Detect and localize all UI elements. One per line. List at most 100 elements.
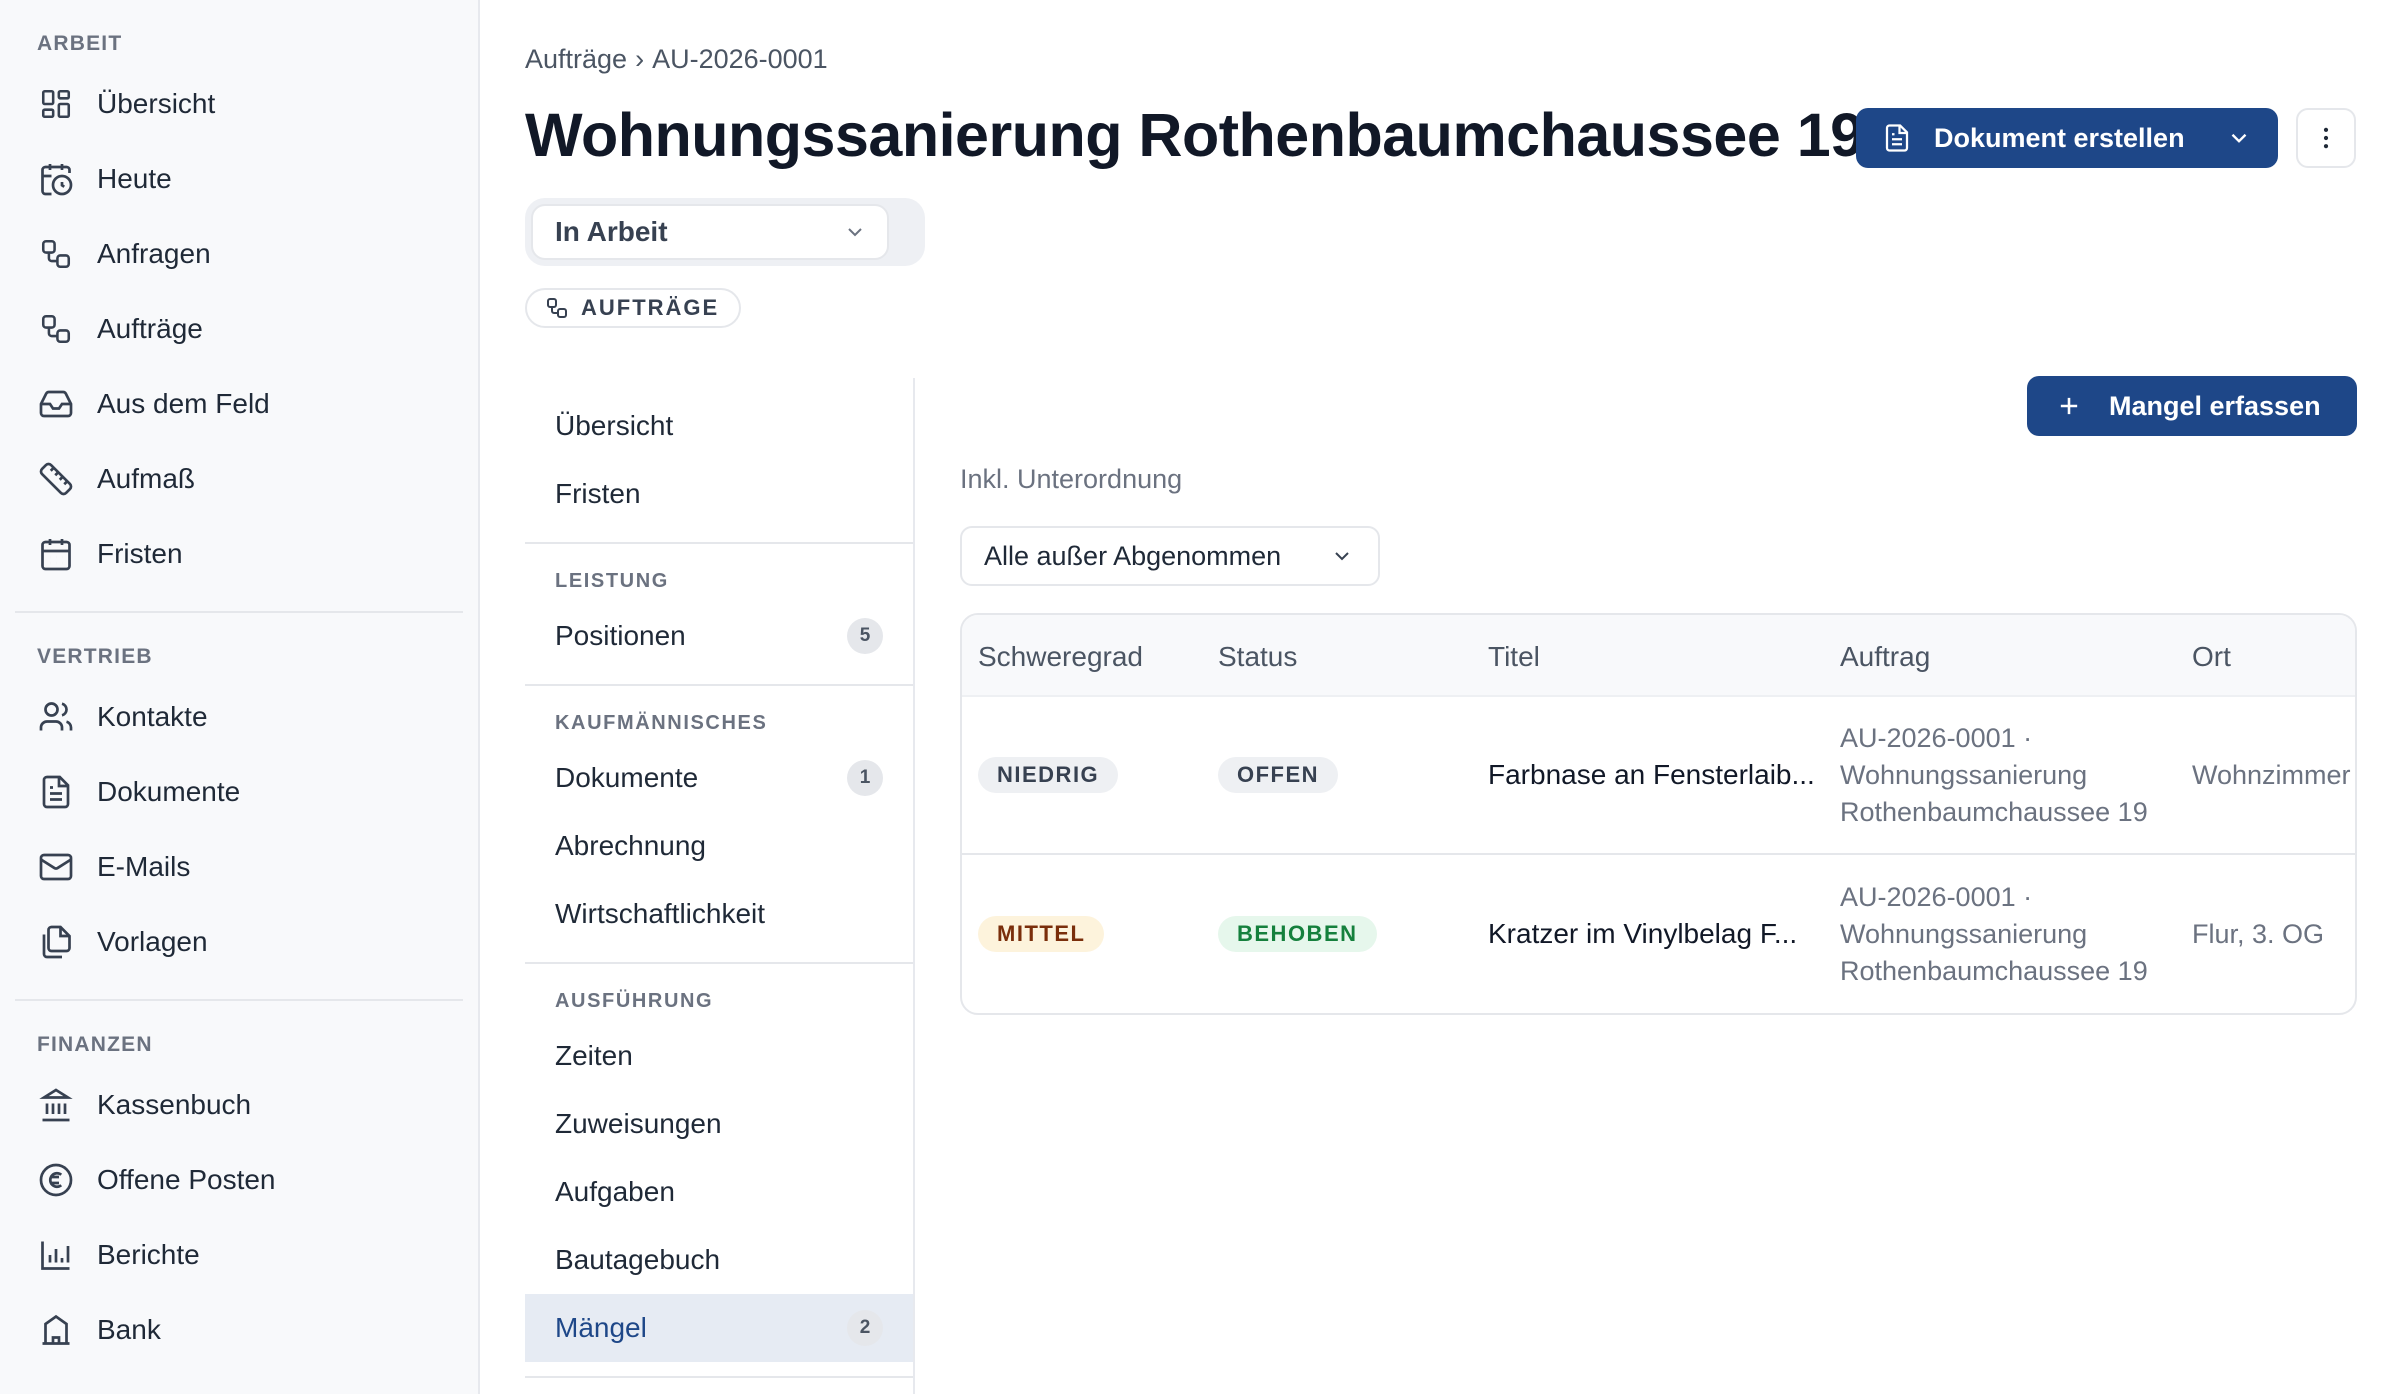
subnav-item-wirtschaftlichkeit[interactable]: Wirtschaftlichkeit [525, 880, 913, 948]
more-options-button[interactable] [2296, 108, 2356, 168]
subnav-item-maengel[interactable]: Mängel 2 [525, 1294, 913, 1362]
subnav-item-label: Zuweisungen [555, 1108, 722, 1139]
workflow-icon [37, 235, 75, 273]
add-defect-label: Mangel erfassen [2109, 390, 2321, 421]
sidebar-item-anfragen[interactable]: Anfragen [0, 216, 478, 291]
sidebar-divider [15, 611, 463, 613]
sidebar-item-label: Vorlagen [97, 925, 208, 957]
sidebar-item-label: Dokumente [97, 775, 241, 807]
sidebar-item-emails[interactable]: E-Mails [0, 829, 478, 904]
order-name-line: Rothenbaumchaussee 19 [1840, 955, 2148, 986]
subnav-item-positionen[interactable]: Positionen 5 [525, 602, 913, 670]
subnav-item-fristen[interactable]: Fristen [525, 460, 913, 528]
column-header-location[interactable]: Ort [2192, 615, 2231, 697]
sidebar-item-label: Anfragen [97, 237, 211, 269]
defect-location: Flur, 3. OG [2192, 918, 2325, 949]
sidebar-item-aus-dem-feld[interactable]: Aus dem Feld [0, 366, 478, 441]
subnav-item-zeiten[interactable]: Zeiten [525, 1022, 913, 1090]
subnav-section-title: LEISTUNG [555, 570, 669, 592]
sidebar-item-uebersicht[interactable]: Übersicht [0, 66, 478, 141]
subnav-item-label: Abrechnung [555, 830, 707, 861]
defect-location: Wohnzimmer [2192, 759, 2351, 790]
sidebar-item-label: Berichte [97, 1238, 200, 1270]
subnav-divider [525, 542, 913, 544]
sidebar-section-title: ARBEIT [37, 32, 123, 55]
users-icon [37, 698, 75, 736]
main-content: Aufträge › AU-2026-0001 Wohnungssanierun… [480, 0, 2400, 1394]
sidebar-item-kontakte[interactable]: Kontakte [0, 679, 478, 754]
sidebar-item-label: Kontakte [97, 700, 208, 732]
workflow-icon [37, 310, 75, 348]
filter-label: Inkl. Unterordnung [960, 464, 1183, 494]
subnav-section-title: KAUFMÄNNISCHES [555, 712, 768, 734]
sidebar-item-label: Aufträge [97, 312, 203, 344]
chevron-down-icon [843, 220, 867, 244]
count-badge: 1 [847, 760, 883, 796]
subnav-item-abrechnung[interactable]: Abrechnung [525, 812, 913, 880]
sidebar-item-heute[interactable]: Heute [0, 141, 478, 216]
count-badge: 5 [847, 618, 883, 654]
mail-icon [37, 848, 75, 886]
create-document-button[interactable]: Dokument erstellen [1856, 108, 2278, 168]
inbox-icon [37, 385, 75, 423]
sidebar-item-bank[interactable]: Bank [0, 1292, 478, 1367]
euro-icon [37, 1161, 75, 1199]
order-name-line: Rothenbaumchaussee 19 [1840, 796, 2148, 827]
plus-icon [2055, 392, 2083, 420]
subnav-divider [525, 1376, 913, 1378]
sidebar-item-fristen[interactable]: Fristen [0, 516, 478, 591]
order-reference: AU-2026-0001 · [1840, 722, 2033, 753]
status-select-value: In Arbeit [555, 216, 668, 247]
breadcrumb-parent-link[interactable]: Aufträge [525, 44, 627, 75]
sidebar-item-berichte[interactable]: Berichte [0, 1217, 478, 1292]
status-select[interactable]: In Arbeit [531, 204, 889, 260]
sidebar-item-dokumente[interactable]: Dokumente [0, 754, 478, 829]
column-header-order[interactable]: Auftrag [1840, 615, 1930, 697]
subnav-item-label: Übersicht [555, 410, 674, 441]
subnav-item-zuweisungen[interactable]: Zuweisungen [525, 1090, 913, 1158]
sidebar-item-offene-posten[interactable]: Offene Posten [0, 1142, 478, 1217]
create-document-label: Dokument erstellen [1934, 122, 2185, 153]
sidebar-item-auftraege[interactable]: Aufträge [0, 291, 478, 366]
add-defect-button[interactable]: Mangel erfassen [2027, 376, 2357, 436]
subnav-item-label: Zeiten [555, 1040, 633, 1071]
subnav-item-label: Mängel [555, 1312, 647, 1343]
sidebar-item-label: Aus dem Feld [97, 387, 270, 419]
dashboard-icon [37, 85, 75, 123]
sidebar-section-title: FINANZEN [37, 1033, 153, 1056]
status-filter-select[interactable]: Alle außer Abgenommen [960, 526, 1380, 586]
subnav-item-aufgaben[interactable]: Aufgaben [525, 1158, 913, 1226]
calendar-icon [37, 535, 75, 573]
sidebar-item-kassenbuch[interactable]: Kassenbuch [0, 1067, 478, 1142]
sidebar-item-label: Fristen [97, 537, 183, 569]
sidebar-item-label: Kassenbuch [97, 1088, 252, 1120]
bar-chart-icon [37, 1236, 75, 1274]
sidebar-item-aufmass[interactable]: Aufmaß [0, 441, 478, 516]
column-header-severity[interactable]: Schweregrad [978, 615, 1143, 697]
column-header-title[interactable]: Titel [1488, 615, 1540, 697]
breadcrumb: Aufträge › AU-2026-0001 [525, 44, 828, 75]
more-vertical-icon [2312, 124, 2340, 152]
subnav-item-dokumente[interactable]: Dokumente 1 [525, 744, 913, 812]
subnav-item-label: Fristen [555, 478, 641, 509]
sidebar-item-label: Bank [97, 1313, 161, 1345]
sidebar-item-vorlagen[interactable]: Vorlagen [0, 904, 478, 979]
sidebar-divider [15, 999, 463, 1001]
bank-icon [37, 1086, 75, 1124]
subnav-item-uebersicht[interactable]: Übersicht [525, 392, 913, 460]
module-chip-auftraege[interactable]: AUFTRÄGE [525, 288, 742, 328]
table-row[interactable]: NIEDRIG OFFEN Farbnase an Fensterlaib...… [962, 697, 2355, 855]
page-title: Wohnungssanierung Rothenbaumchaussee 19 [525, 101, 1864, 169]
sidebar-item-label: Heute [97, 162, 172, 194]
chevron-down-icon [1330, 544, 1354, 568]
breadcrumb-separator: › [635, 44, 645, 74]
severity-badge: NIEDRIG [978, 757, 1119, 793]
app-sidebar: ARBEIT Übersicht Heute Anfragen Aufträge… [0, 0, 480, 1394]
table-row[interactable]: MITTEL BEHOBEN Kratzer im Vinylbelag F..… [962, 855, 2355, 1013]
severity-badge: MITTEL [978, 916, 1105, 952]
defect-title: Farbnase an Fensterlaib... [1488, 759, 1815, 790]
subnav-item-bautagebuch[interactable]: Bautagebuch [525, 1226, 913, 1294]
status-badge: BEHOBEN [1218, 916, 1377, 952]
column-header-status[interactable]: Status [1218, 615, 1297, 697]
ruler-icon [37, 460, 75, 498]
